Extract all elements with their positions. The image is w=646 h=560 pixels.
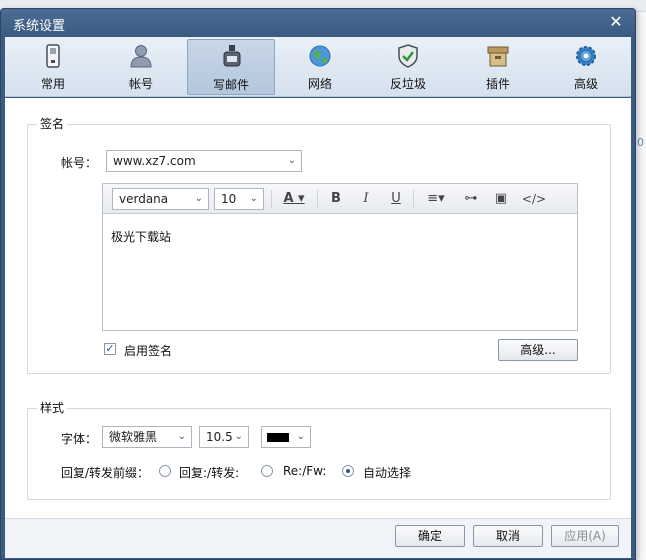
tab-label: 高级 — [573, 77, 598, 91]
editor-size-select[interactable]: 10 ⌄ — [214, 188, 264, 210]
account-select[interactable]: www.xz7.com ⌄ — [106, 150, 302, 172]
editor-body[interactable]: 极光下载站 — [111, 228, 171, 245]
style-font-value: 微软雅黑 — [109, 430, 158, 444]
ink-bottle-icon — [223, 45, 241, 67]
tab-plugins[interactable]: 插件 — [454, 39, 542, 95]
tab-label: 反垃圾 — [389, 77, 426, 91]
tab-account[interactable]: 帐号 — [97, 39, 185, 95]
code-icon[interactable]: </> — [521, 190, 547, 208]
chevron-down-icon: ⌄ — [287, 155, 296, 166]
signature-group-title: 签名 — [37, 115, 68, 132]
chevron-down-icon: ⌄ — [249, 193, 258, 204]
tab-label: 网络 — [307, 77, 332, 91]
chevron-down-icon: ⌄ — [296, 431, 305, 442]
shield-icon — [398, 44, 418, 68]
tab-network[interactable]: 网络 — [276, 39, 364, 95]
cancel-button[interactable]: 取消 — [473, 525, 543, 547]
style-size-select[interactable]: 10.5 ⌄ — [199, 426, 249, 448]
style-font-label: 字体： — [61, 432, 98, 446]
tab-compose[interactable]: 写邮件 — [187, 39, 275, 95]
ok-button[interactable]: 确定 — [395, 525, 465, 547]
image-icon[interactable]: ▣ — [491, 190, 511, 208]
dialog-footer: 确定 取消 应用(A) — [5, 518, 631, 558]
user-icon — [130, 45, 152, 68]
prefix-radio-auto[interactable] — [342, 465, 354, 477]
editor-size-value: 10 — [221, 192, 237, 206]
toolbar-divider — [317, 190, 318, 208]
apply-button[interactable]: 应用(A) — [551, 525, 619, 547]
settings-toolbar: 常用 帐号 写邮件 网络 反垃圾 插件 高级 — [5, 37, 631, 97]
advanced-button[interactable]: 高级... — [498, 339, 578, 361]
background-digit: 0 — [637, 136, 644, 149]
phone-icon — [46, 44, 60, 68]
editor-font-value: verdana — [119, 192, 169, 206]
prefix-option-label: 回复:/转发: — [179, 466, 240, 480]
align-icon[interactable]: ≡▾ — [423, 190, 449, 208]
style-group-title: 样式 — [37, 399, 68, 416]
link-icon[interactable]: ⊶ — [461, 190, 481, 208]
tab-label: 常用 — [40, 77, 65, 91]
settings-content: 签名 帐号： www.xz7.com ⌄ verdana ⌄ 10 ⌄ A ▾ … — [5, 98, 631, 518]
italic-icon[interactable]: I — [357, 190, 375, 208]
account-value: www.xz7.com — [113, 154, 196, 168]
account-label: 帐号： — [61, 156, 98, 170]
toolbar-divider — [413, 190, 414, 208]
font-color-icon[interactable]: A ▾ — [279, 190, 309, 208]
enable-signature-label: 启用签名 — [124, 344, 173, 358]
chevron-down-icon: ⌄ — [177, 431, 186, 442]
chevron-down-icon: ⌄ — [194, 193, 203, 204]
gear-icon — [576, 46, 596, 66]
prefix-radio-chinese[interactable] — [159, 465, 171, 477]
color-swatch — [267, 433, 289, 442]
style-font-select[interactable]: 微软雅黑 ⌄ — [102, 426, 192, 448]
dialog-titlebar: 系统设置 ✕ — [1, 9, 635, 37]
signature-editor: verdana ⌄ 10 ⌄ A ▾ B I U ≡▾ ⊶ ▣ </> 极光下载… — [102, 183, 578, 331]
prefix-option-label: 自动选择 — [363, 466, 412, 480]
tab-label: 写邮件 — [212, 78, 249, 92]
tab-antispam[interactable]: 反垃圾 — [364, 39, 452, 95]
style-color-select[interactable]: ⌄ — [261, 426, 311, 448]
close-icon[interactable]: ✕ — [607, 13, 625, 31]
toolbar-divider — [271, 190, 272, 208]
style-size-value: 10.5 — [206, 430, 233, 444]
prefix-label: 回复/转发前缀： — [61, 466, 150, 480]
style-group — [27, 408, 611, 500]
bold-icon[interactable]: B — [327, 190, 345, 208]
tab-label: 插件 — [485, 77, 510, 91]
dialog-title: 系统设置 — [13, 19, 66, 34]
prefix-option-label: Re:/Fw: — [283, 464, 327, 478]
tab-general[interactable]: 常用 — [9, 39, 97, 95]
settings-dialog: 系统设置 ✕ 常用 帐号 写邮件 网络 反垃圾 插件 高级 签名 帐号： www… — [0, 8, 636, 560]
chevron-down-icon: ⌄ — [234, 431, 243, 442]
prefix-radio-english[interactable] — [261, 465, 273, 477]
underline-icon[interactable]: U — [387, 190, 405, 208]
tab-advanced[interactable]: 高级 — [542, 39, 630, 95]
editor-font-select[interactable]: verdana ⌄ — [112, 188, 209, 210]
editor-toolbar: verdana ⌄ 10 ⌄ A ▾ B I U ≡▾ ⊶ ▣ </> — [103, 184, 577, 214]
enable-signature-checkbox[interactable]: ✓ — [104, 343, 116, 355]
box-icon — [487, 46, 509, 67]
tab-label: 帐号 — [128, 77, 153, 91]
globe-icon — [309, 45, 331, 67]
